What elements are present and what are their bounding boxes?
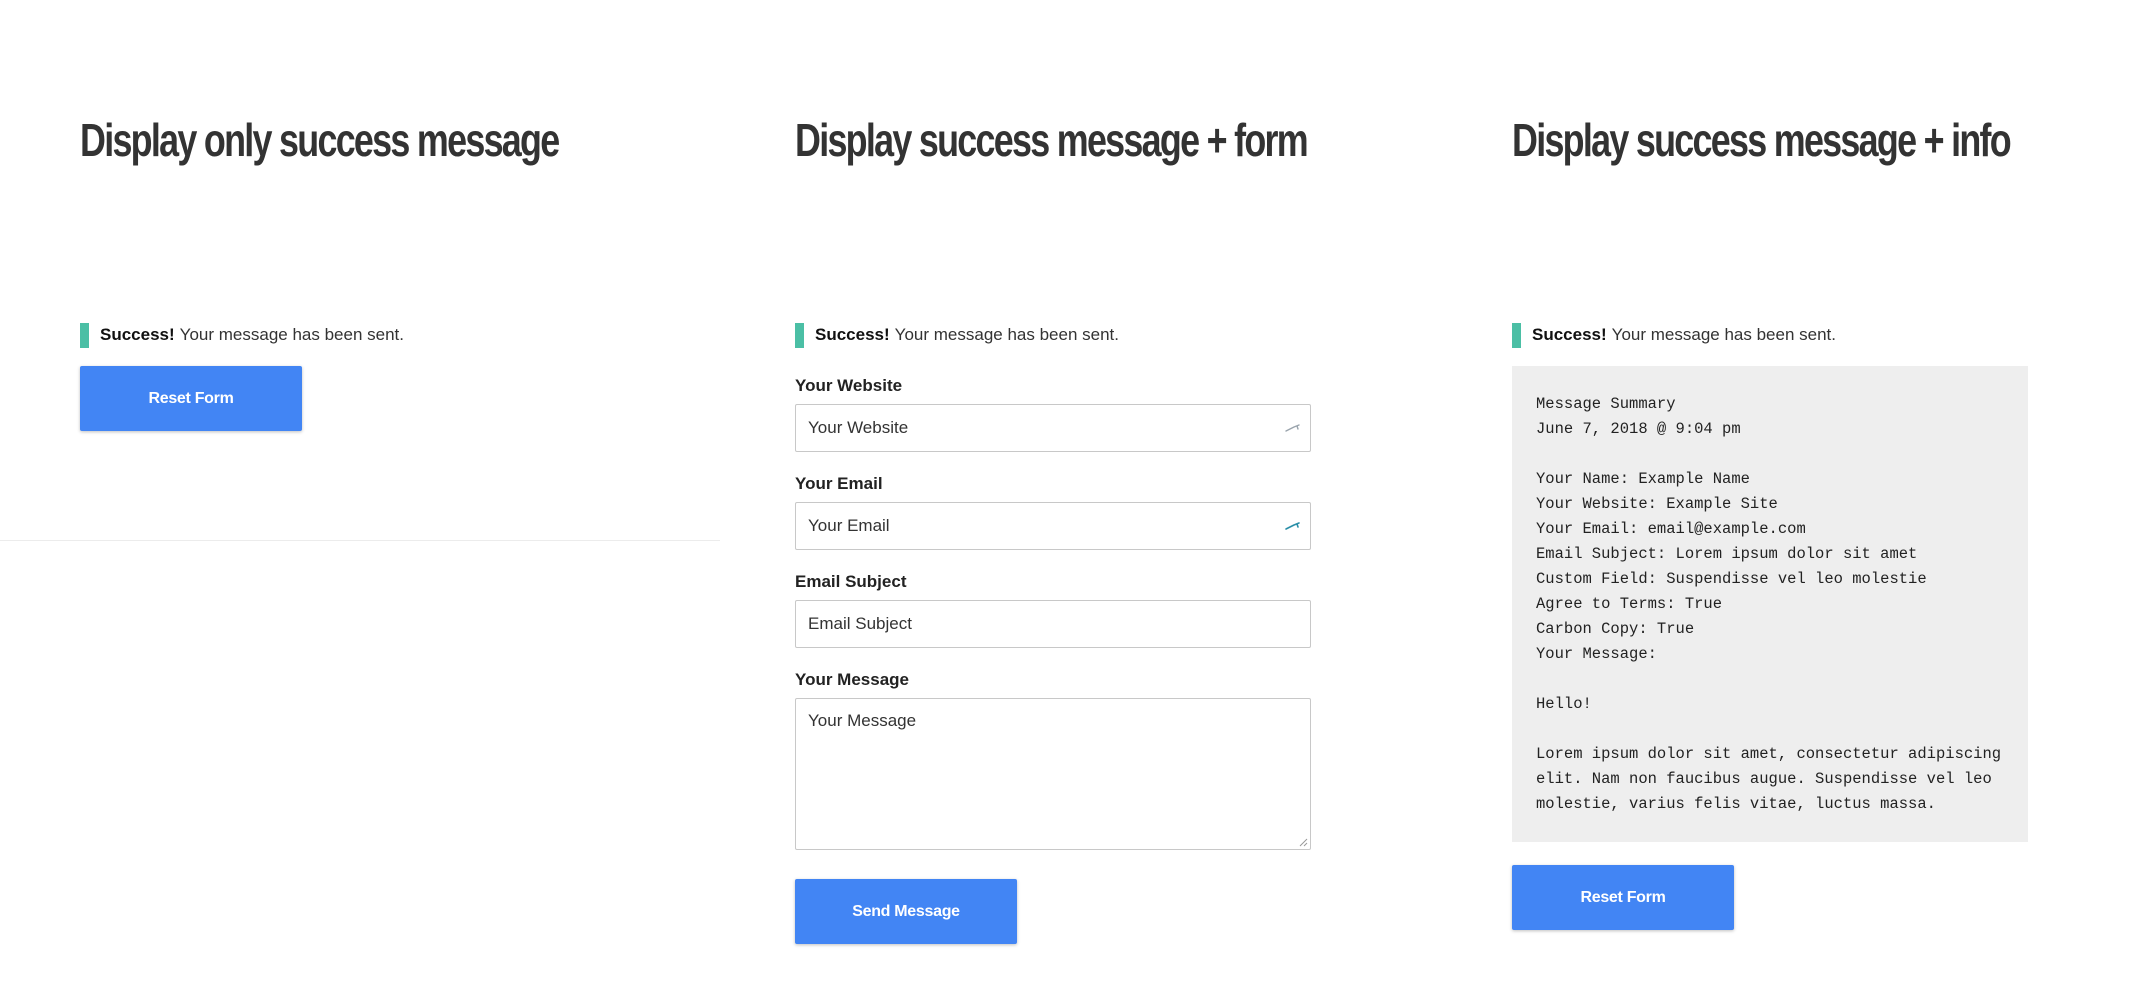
success-message: Success! Your message has been sent. xyxy=(80,322,404,348)
summary-line: Carbon Copy: True xyxy=(1536,620,1695,638)
summary-line: Your Email: email@example.com xyxy=(1536,520,1806,538)
message-label: Your Message xyxy=(795,670,910,689)
resize-handle-icon[interactable] xyxy=(1298,837,1308,847)
reset-form-button[interactable]: Reset Form xyxy=(80,366,302,431)
summary-line: Lorem ipsum dolor sit amet, consectetur … xyxy=(1536,745,2002,763)
column-heading: Display success message + form xyxy=(795,114,1309,166)
success-label: Success! xyxy=(815,325,890,344)
success-text: Your message has been sent. xyxy=(1611,325,1836,344)
success-text: Your message has been sent. xyxy=(179,325,404,344)
autofill-key-icon[interactable] xyxy=(1284,517,1302,535)
summary-line: molestie, varius felis vitae, luctus mas… xyxy=(1536,795,1936,813)
summary-line xyxy=(1536,667,2004,692)
success-message: Success! Your message has been sent. xyxy=(1512,322,1836,348)
summary-line: Email Subject: Lorem ipsum dolor sit ame… xyxy=(1536,545,1918,563)
subject-label: Email Subject xyxy=(795,572,907,591)
column-heading: Display success message + info xyxy=(1512,114,2012,166)
success-label: Success! xyxy=(100,325,175,344)
email-input[interactable]: Your Email xyxy=(795,502,1311,550)
message-textarea[interactable]: Your Message xyxy=(795,698,1311,850)
email-label: Your Email xyxy=(795,474,883,493)
success-text: Your message has been sent. xyxy=(894,325,1119,344)
summary-line: elit. Nam non faucibus augue. Suspendiss… xyxy=(1536,770,1992,788)
success-indicator-bar xyxy=(1512,322,1521,348)
summary-line: Message Summary xyxy=(1536,395,1676,413)
summary-line: Agree to Terms: True xyxy=(1536,595,1723,613)
send-message-button[interactable]: Send Message xyxy=(795,879,1017,944)
reset-form-button[interactable]: Reset Form xyxy=(1512,865,1734,930)
subject-input[interactable]: Email Subject xyxy=(795,600,1311,648)
summary-line: June 7, 2018 @ 9:04 pm xyxy=(1536,420,1741,438)
success-label: Success! xyxy=(1532,325,1607,344)
divider xyxy=(0,540,720,541)
message-placeholder: Your Message xyxy=(808,711,917,730)
website-placeholder: Your Website xyxy=(808,418,909,437)
email-placeholder: Your Email xyxy=(808,516,890,535)
autofill-key-icon[interactable] xyxy=(1284,419,1302,437)
message-summary: Message Summary June 7, 2018 @ 9:04 pm Y… xyxy=(1512,366,2028,842)
subject-placeholder: Email Subject xyxy=(808,614,912,633)
summary-line: Your Website: Example Site xyxy=(1536,495,1778,513)
column-heading: Display only success message xyxy=(80,114,560,166)
summary-line: Your Name: Example Name xyxy=(1536,470,1750,488)
summary-line xyxy=(1536,442,2004,467)
success-indicator-bar xyxy=(80,322,89,348)
success-indicator-bar xyxy=(795,322,804,348)
success-message: Success! Your message has been sent. xyxy=(795,322,1119,348)
website-input[interactable]: Your Website xyxy=(795,404,1311,452)
summary-line: Custom Field: Suspendisse vel leo molest… xyxy=(1536,570,1927,588)
summary-line: Your Message: xyxy=(1536,645,1657,663)
summary-line: Hello! xyxy=(1536,695,1592,713)
summary-line xyxy=(1536,717,2004,742)
website-label: Your Website xyxy=(795,376,903,395)
